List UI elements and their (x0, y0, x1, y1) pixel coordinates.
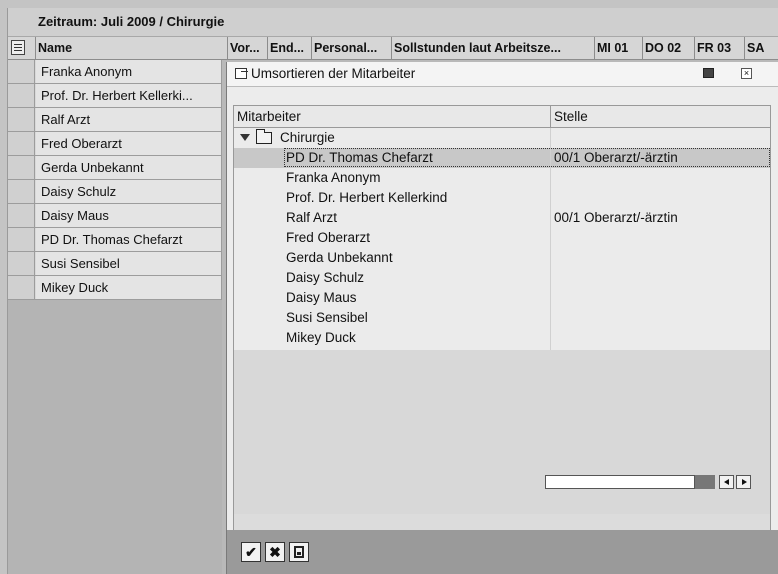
employee-name: Ralf Arzt (36, 108, 222, 131)
tree-row-name: Susi Sensibel (286, 310, 368, 325)
column-header-vor[interactable]: Vor... (228, 37, 268, 59)
row-selector[interactable] (8, 60, 35, 83)
collapse-triangle-icon[interactable] (240, 134, 250, 141)
column-header-do02[interactable]: DO 02 (643, 37, 695, 59)
column-header-mi01[interactable]: MI 01 (595, 37, 643, 59)
list-empty-area (8, 300, 222, 574)
tree-row[interactable]: Ralf Arzt 00/1 Oberarzt/-ärztin (234, 208, 770, 228)
employee-name: Susi Sensibel (36, 252, 222, 275)
horizontal-scrollbar[interactable] (545, 475, 759, 489)
tree-row-stelle: 00/1 Oberarzt/-ärztin (554, 210, 678, 225)
tree-row-stelle: 00/1 Oberarzt/-ärztin (554, 150, 678, 165)
tree-header: Mitarbeiter Stelle (234, 106, 770, 128)
row-selector[interactable] (8, 204, 35, 227)
employee-name: Prof. Dr. Herbert Kellerki... (36, 84, 222, 107)
title-bar: Zeitraum: Juli 2009 / Chirurgie (8, 8, 778, 37)
dialog-title: Umsortieren der Mitarbeiter (251, 66, 416, 81)
close-icon[interactable]: × (741, 68, 752, 79)
tree-row[interactable]: Mikey Duck (234, 328, 770, 348)
tree-row-name: Ralf Arzt (286, 210, 338, 225)
cancel-button[interactable]: ✖ (265, 542, 285, 562)
dialog-title-bar: Umsortieren der Mitarbeiter × (227, 62, 778, 87)
tree-row[interactable]: Gerda Unbekannt (234, 248, 770, 268)
folder-label: Chirurgie (280, 130, 335, 145)
scrollbar-thumb[interactable] (695, 475, 715, 489)
list-item[interactable]: PD Dr. Thomas Chefarzt (8, 228, 222, 252)
list-item[interactable]: Fred Oberarzt (8, 132, 222, 156)
window-title: Zeitraum: Juli 2009 / Chirurgie (38, 14, 225, 29)
tree-folder-row[interactable]: Chirurgie (234, 128, 770, 148)
layout-icon (11, 40, 25, 55)
list-item[interactable]: Mikey Duck (8, 276, 222, 300)
employee-name: Fred Oberarzt (36, 132, 222, 155)
reorder-dialog: Umsortieren der Mitarbeiter × Mitarbeite… (226, 62, 778, 574)
tree-row[interactable]: Prof. Dr. Herbert Kellerkind (234, 188, 770, 208)
row-selector[interactable] (8, 228, 35, 251)
scrollbar-track[interactable] (545, 475, 695, 489)
list-item[interactable]: Franka Anonym (8, 60, 222, 84)
list-item[interactable]: Daisy Schulz (8, 180, 222, 204)
checkmark-icon: ✔ (245, 544, 257, 560)
employee-tree: Mitarbeiter Stelle Chirurgie PD Dr. Thom… (233, 105, 771, 537)
dialog-icon (235, 68, 248, 79)
tree-row-name: PD Dr. Thomas Chefarzt (286, 150, 433, 165)
list-item[interactable]: Susi Sensibel (8, 252, 222, 276)
column-header-mitarbeiter[interactable]: Mitarbeiter (234, 106, 551, 127)
cancel-x-icon: ✖ (269, 544, 281, 560)
column-header-stelle[interactable]: Stelle (551, 106, 770, 127)
column-header-personal[interactable]: Personal... (312, 37, 392, 59)
folder-icon (256, 129, 272, 144)
tree-row[interactable]: PD Dr. Thomas Chefarzt 00/1 Oberarzt/-är… (234, 148, 770, 168)
employee-name: PD Dr. Thomas Chefarzt (36, 228, 222, 251)
scroll-right-icon[interactable] (736, 475, 751, 489)
tree-row-name: Fred Oberarzt (286, 230, 371, 245)
column-divider (550, 128, 551, 350)
employee-name: Daisy Schulz (36, 180, 222, 203)
save-button[interactable] (289, 542, 309, 562)
minimize-icon[interactable] (703, 68, 714, 78)
tree-row[interactable]: Franka Anonym (234, 168, 770, 188)
employee-list: Franka Anonym Prof. Dr. Herbert Kellerki… (8, 60, 222, 300)
tree-row-name: Gerda Unbekannt (286, 250, 393, 265)
column-header-end[interactable]: End... (268, 37, 312, 59)
tree-row[interactable]: Daisy Maus (234, 288, 770, 308)
tree-row-name: Franka Anonym (286, 170, 381, 185)
dialog-footer: ✔ ✖ (227, 530, 778, 574)
layout-button[interactable] (8, 37, 36, 59)
employee-name: Gerda Unbekannt (36, 156, 222, 179)
tree-empty-area (234, 350, 770, 514)
grid-header: Name Vor... End... Personal... Sollstund… (8, 37, 778, 60)
employee-name: Mikey Duck (36, 276, 222, 299)
employee-name: Franka Anonym (36, 60, 222, 83)
column-header-sollstunden[interactable]: Sollstunden laut Arbeitsze... (392, 37, 595, 59)
tree-row[interactable]: Daisy Schulz (234, 268, 770, 288)
row-selector[interactable] (8, 156, 35, 179)
list-item[interactable]: Daisy Maus (8, 204, 222, 228)
list-item[interactable]: Ralf Arzt (8, 108, 222, 132)
tree-row[interactable]: Susi Sensibel (234, 308, 770, 328)
row-selector[interactable] (8, 132, 35, 155)
row-selector[interactable] (8, 252, 35, 275)
list-item[interactable]: Prof. Dr. Herbert Kellerki... (8, 84, 222, 108)
tree-row-name: Daisy Maus (286, 290, 357, 305)
column-header-name[interactable]: Name (36, 37, 228, 59)
tree-row-name: Mikey Duck (286, 330, 356, 345)
column-header-sa[interactable]: SA (745, 37, 778, 59)
scroll-left-icon[interactable] (719, 475, 734, 489)
tree-row-name: Daisy Schulz (286, 270, 365, 285)
row-selector[interactable] (8, 84, 35, 107)
column-header-fr03[interactable]: FR 03 (695, 37, 745, 59)
row-selector[interactable] (8, 108, 35, 131)
row-selector[interactable] (8, 180, 35, 203)
employee-name: Daisy Maus (36, 204, 222, 227)
tree-row-name: Prof. Dr. Herbert Kellerkind (286, 190, 448, 205)
list-item[interactable]: Gerda Unbekannt (8, 156, 222, 180)
confirm-button[interactable]: ✔ (241, 542, 261, 562)
tree-row[interactable]: Fred Oberarzt (234, 228, 770, 248)
tree-body: Chirurgie PD Dr. Thomas Chefarzt 00/1 Ob… (234, 128, 770, 350)
row-selector[interactable] (8, 276, 35, 299)
save-icon (294, 546, 304, 558)
